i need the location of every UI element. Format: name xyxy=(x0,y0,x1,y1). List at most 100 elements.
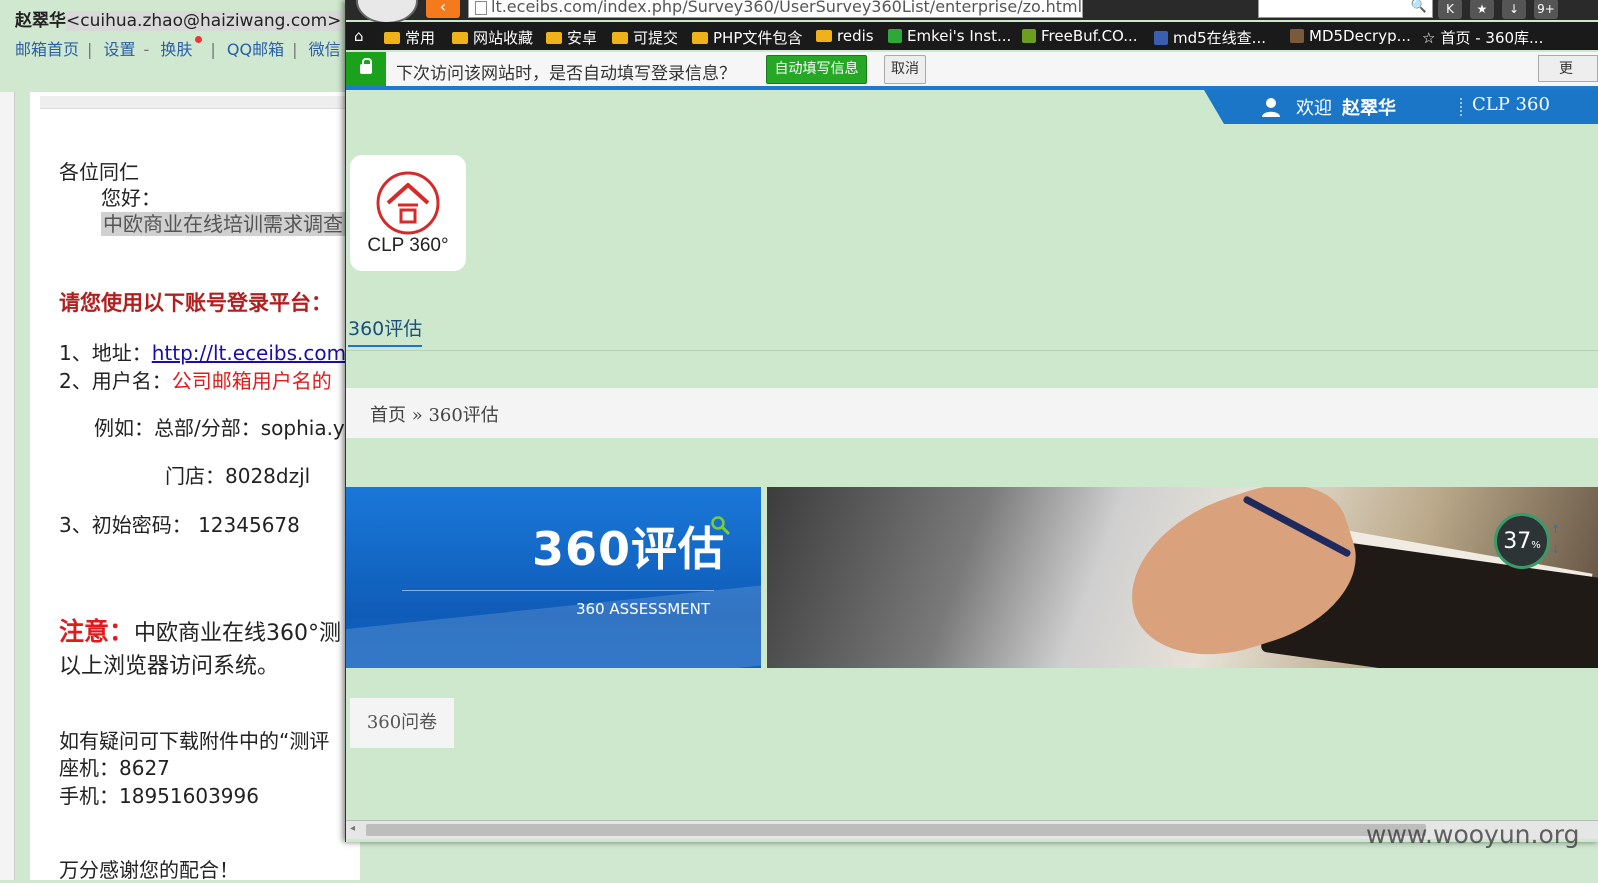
scrollbar-thumb[interactable] xyxy=(366,824,1426,836)
widget-percent: 37 xyxy=(1503,529,1532,554)
star-icon[interactable]: ★ xyxy=(1470,0,1494,19)
mail-mobile-line: 手机：18951603996 xyxy=(59,784,259,808)
mail-nav-qqmail[interactable]: QQ邮箱 xyxy=(227,40,284,59)
bookmark-emkei[interactable]: Emkei's Inst... xyxy=(888,27,1011,45)
speed-ball-widget[interactable]: 37% xyxy=(1494,513,1550,569)
more-button[interactable]: 更 xyxy=(1538,55,1598,82)
home-icon[interactable]: ⌂ xyxy=(354,27,364,45)
divider xyxy=(1460,98,1462,116)
folder-icon xyxy=(816,30,832,42)
md5decrypt-icon xyxy=(1290,29,1304,43)
mail-note-text2: 以上浏览器访问系统。 xyxy=(59,654,280,679)
mail-body-toolbar xyxy=(40,96,360,109)
emkei-icon xyxy=(888,29,902,43)
mail-user-name: 赵翠华 xyxy=(15,11,66,31)
bookmark-folder-android[interactable]: 安卓 xyxy=(546,27,597,48)
mail-user-info: 赵翠华<cuihua.zhao@haiziwang.com> xyxy=(15,6,342,31)
back-button[interactable]: ‹ xyxy=(426,0,460,18)
breadcrumb-text[interactable]: 首页 » 360评估 xyxy=(370,401,499,427)
welcome-user: 赵翠华 xyxy=(1342,98,1396,119)
brand-link[interactable]: CLP 360 xyxy=(1472,94,1550,115)
watermark: www.wooyun.org xyxy=(1366,820,1580,849)
bookmark-freebuf[interactable]: FreeBuf.CO... xyxy=(1022,27,1138,45)
welcome-text: 欢迎 赵翠华 xyxy=(1296,98,1396,119)
folder-icon xyxy=(612,31,628,44)
clp360-logo[interactable]: CLP 360° xyxy=(350,155,466,271)
mail-store-line: 门店：8028dzjl xyxy=(165,464,311,488)
mail-username-value: 公司邮箱用户名的 xyxy=(171,369,332,393)
widget-unit: % xyxy=(1531,540,1541,551)
nav-separator: | xyxy=(210,40,216,59)
toolbar-extensions: K ★ ↓ 9+ xyxy=(1438,0,1598,19)
bookmark-md5[interactable]: md5在线查... xyxy=(1154,27,1266,48)
mail-nav-settings[interactable]: 设置 xyxy=(104,40,136,59)
mail-nav-wechat[interactable]: 微信 xyxy=(309,40,341,59)
mail-address-link[interactable]: http://lt.eceibs.com xyxy=(152,341,346,365)
bookmark-folder-common[interactable]: 常用 xyxy=(384,27,435,48)
mail-login-title: 请您使用以下账号登录平台： xyxy=(59,291,332,315)
scroll-left-icon[interactable]: ◂ xyxy=(350,823,355,834)
banner-subtitle: 360 ASSESSMENT xyxy=(576,600,711,618)
autofill-button[interactable]: 自动填写信息 xyxy=(766,55,867,84)
banner-decoration xyxy=(346,582,761,668)
mail-thanks-line: 万分感谢您的配合！ xyxy=(59,858,239,882)
mail-nav-skin[interactable]: 换肤 xyxy=(160,40,192,59)
banner-rule xyxy=(402,590,714,591)
page-icon xyxy=(475,1,487,15)
search-box[interactable]: 🔍 xyxy=(1258,0,1433,18)
address-url: lt.eceibs.com/index.php/Survey360/UserSu… xyxy=(491,0,1083,16)
folder-icon xyxy=(452,31,468,44)
folder-icon xyxy=(546,31,562,44)
tab-360-assessment[interactable]: 360评估 xyxy=(348,314,423,347)
banner-title: 360评估 xyxy=(532,522,726,576)
magnifier-icon xyxy=(711,516,731,536)
tab-360-questionnaire[interactable]: 360问卷 xyxy=(350,698,454,748)
mail-nav: 邮箱首页 | 设置 - 换肤 | QQ邮箱 | 微信 xyxy=(15,36,343,60)
mail-example-line: 例如：总部/分部：sophia.y xyxy=(94,416,345,440)
logo-text: CLP 360° xyxy=(367,235,449,256)
bookmark-folder-submittable[interactable]: 可提交 xyxy=(612,27,678,48)
extension-k-icon[interactable]: K xyxy=(1438,0,1462,19)
infobar-text: 下次访问该网站时，是否自动填写登录信息？ xyxy=(396,64,736,84)
mail-note-label: 注意： xyxy=(59,617,135,646)
download-icon[interactable]: ↓ xyxy=(1502,0,1526,19)
breadcrumb: 首页 » 360评估 xyxy=(346,388,1598,438)
nav-separator: | xyxy=(292,40,298,59)
browser-logo-button[interactable] xyxy=(356,0,418,24)
mail-question-line: 如有疑问可下载附件中的“测评 xyxy=(59,729,330,753)
autofill-infobar: 下次访问该网站时，是否自动填写登录信息？ 自动填写信息 取消 更 xyxy=(346,52,1598,90)
assessment-banner: 360评估 360 ASSESSMENT xyxy=(346,487,761,668)
md5-grid-icon xyxy=(1154,30,1168,45)
speed-arrows-icon: ↑ ↓ xyxy=(1551,523,1561,556)
folder-icon xyxy=(692,31,708,44)
mail-username-label: 2、用户名： xyxy=(59,369,172,393)
mail-hello: 您好： xyxy=(101,186,161,210)
bookmark-md5decrypt[interactable]: MD5Decryp... xyxy=(1290,27,1411,45)
search-icon[interactable]: 🔍 xyxy=(1411,0,1427,14)
mail-sidebar-edge xyxy=(0,92,15,880)
cancel-button[interactable]: 取消 xyxy=(884,55,926,84)
nav-separator: | xyxy=(87,40,93,59)
banner-photo xyxy=(767,487,1598,668)
user-icon xyxy=(1262,98,1280,117)
welcome-bar: 欢迎 赵翠华 CLP 360 xyxy=(1204,90,1598,124)
mail-address-label: 1、地址： xyxy=(59,341,152,365)
bookmark-360[interactable]: ☆ 首页 - 360库... xyxy=(1422,27,1543,48)
folder-icon xyxy=(384,31,400,44)
mail-note-text: 中欧商业在线360°测 xyxy=(134,621,342,646)
bookmark-folder-redis[interactable]: redis xyxy=(816,27,874,45)
mail-password-line: 3、初始密码： 12345678 xyxy=(59,513,300,537)
browser-toolbar: ‹ lt.eceibs.com/index.php/Survey360/User… xyxy=(346,0,1598,24)
mail-body: 各位同仁 您好： 中欧商业在线培训需求调查 请您使用以下账号登录平台： 1、地址… xyxy=(24,92,360,882)
extension-badge-icon[interactable]: 9+ xyxy=(1534,0,1558,19)
clp-logo-icon xyxy=(376,171,440,235)
mail-nav-home[interactable]: 邮箱首页 xyxy=(15,40,79,59)
bookmark-folder-php[interactable]: PHP文件包含 xyxy=(692,27,802,48)
browser-window: ‹ lt.eceibs.com/index.php/Survey360/User… xyxy=(345,0,1598,842)
address-bar[interactable]: lt.eceibs.com/index.php/Survey360/UserSu… xyxy=(468,0,1083,18)
mail-greeting: 各位同仁 xyxy=(59,160,139,184)
nav-separator: - xyxy=(143,40,150,59)
bookmark-folder-favorites[interactable]: 网站收藏 xyxy=(452,27,533,48)
tab-divider xyxy=(346,350,1598,351)
lock-icon xyxy=(346,52,386,86)
